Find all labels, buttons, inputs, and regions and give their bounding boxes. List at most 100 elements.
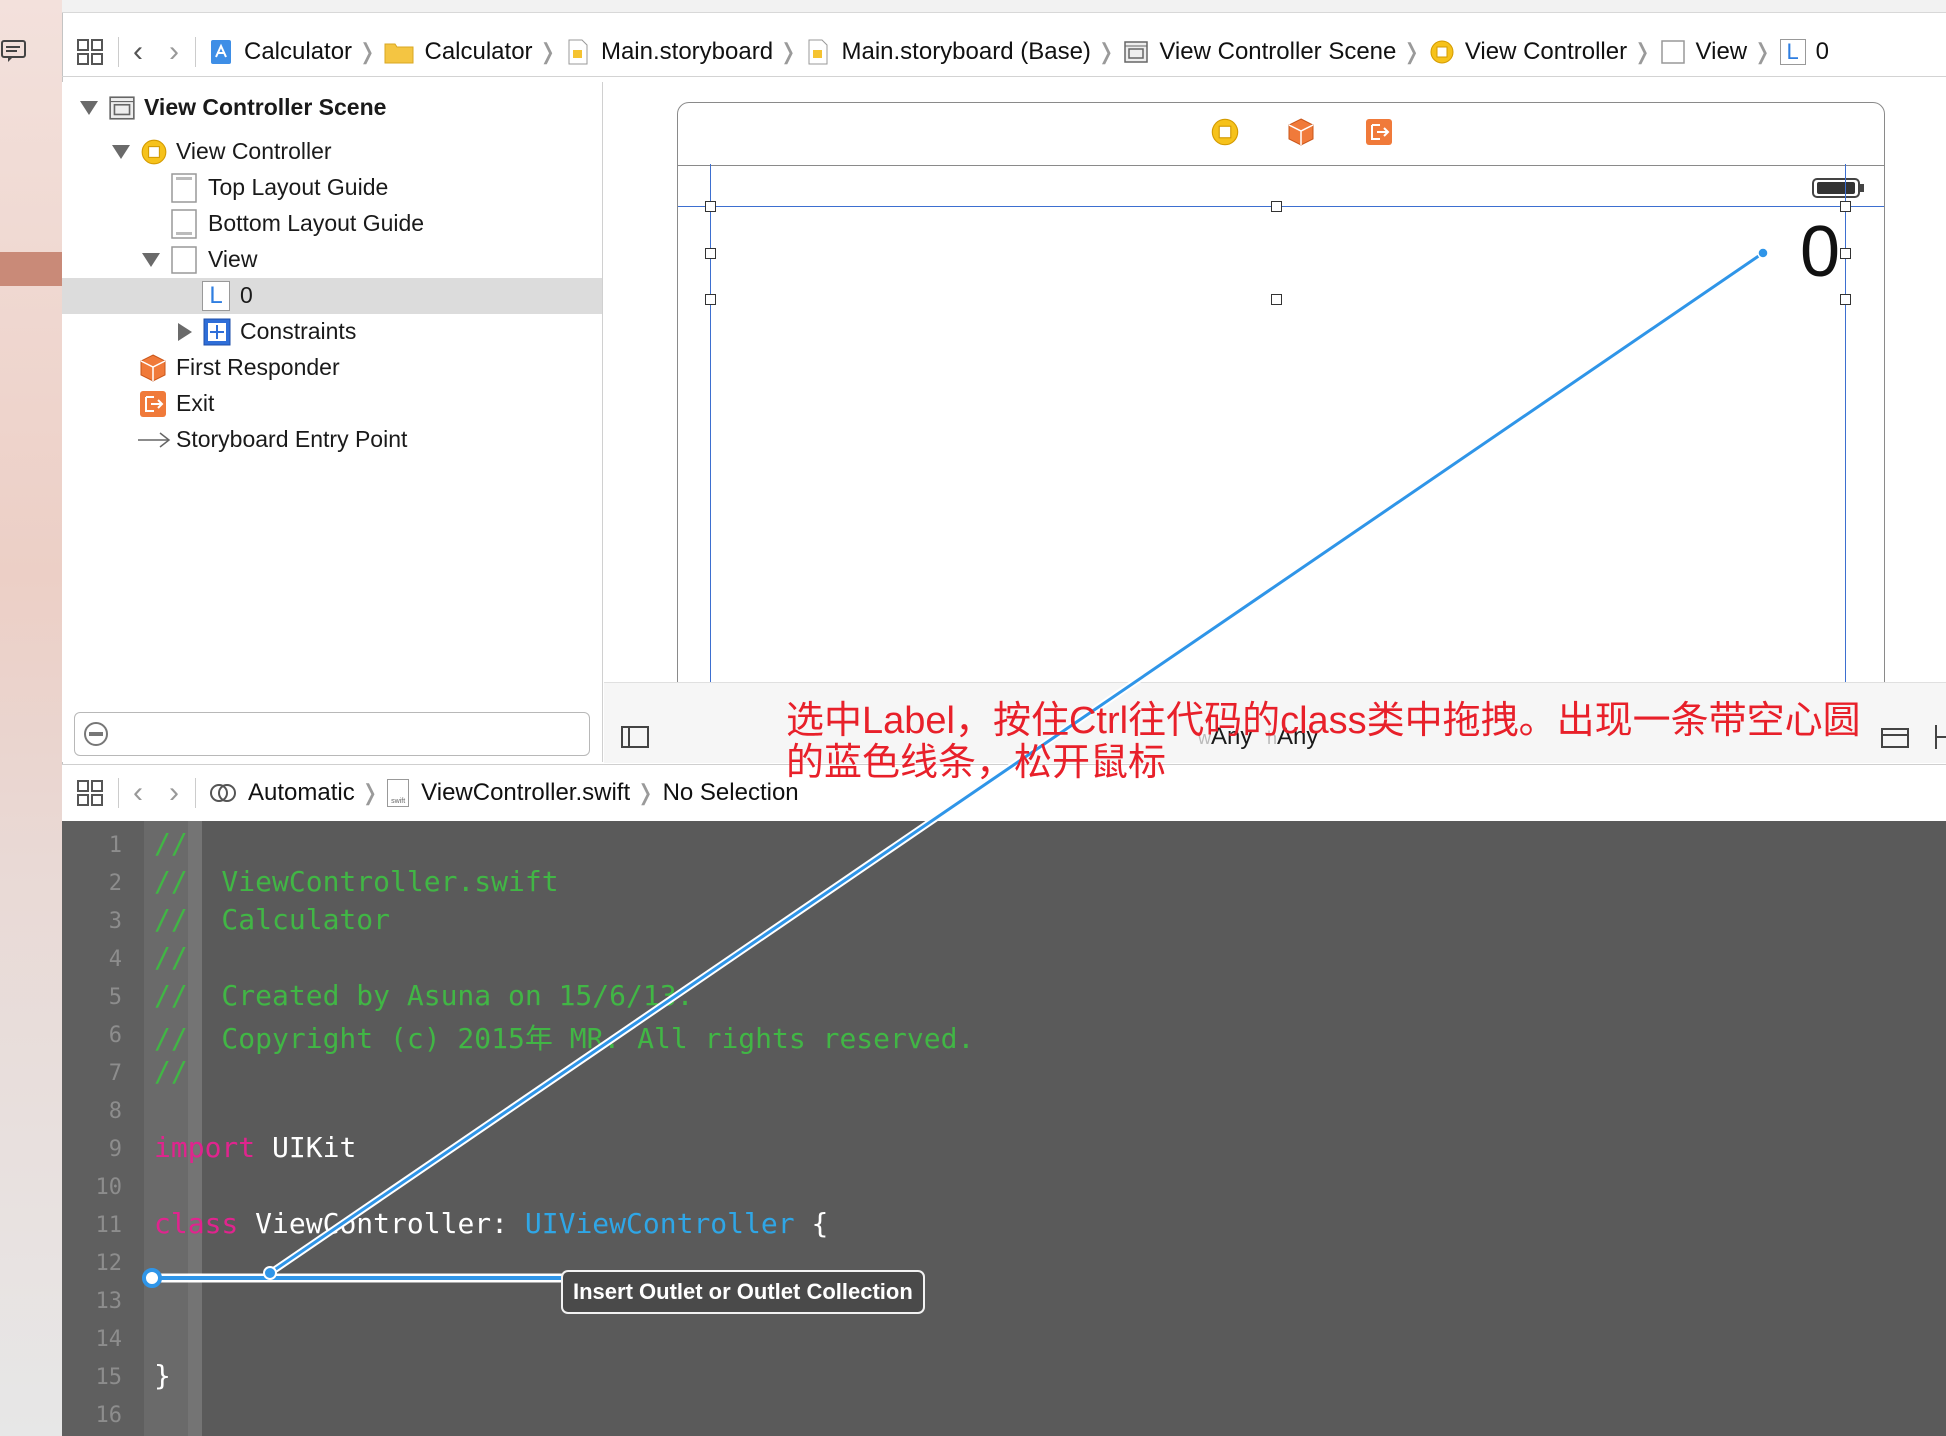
scene-frame: [677, 102, 1885, 704]
code-lines: 1// 2// ViewController.swift 3// Calcula…: [62, 821, 1946, 1436]
window-top-strip: [62, 0, 1946, 13]
code-line-3: 3// Calculator: [108, 903, 391, 936]
display-label[interactable]: 0: [1800, 212, 1840, 292]
layout-guide-icon: [171, 209, 197, 239]
storyboard-canvas[interactable]: 0: [604, 82, 1946, 704]
chevron-right-icon: ❭: [1753, 39, 1772, 64]
toolbar-divider: [195, 778, 196, 808]
outline-view-controller-label: View Controller: [176, 138, 332, 164]
disclosure-open-icon[interactable]: [112, 145, 130, 159]
pin-icon[interactable]: [1932, 723, 1946, 751]
selection-handle[interactable]: [1271, 201, 1282, 212]
layout-guide-icon: [171, 173, 197, 203]
breadcrumb-selection[interactable]: No Selection: [663, 779, 799, 807]
breadcrumb-scene[interactable]: View Controller Scene: [1123, 38, 1396, 66]
chevron-right-icon: ❭: [1096, 39, 1116, 64]
code-line-12: 12: [95, 1251, 123, 1276]
outline-bottom-layout-guide-label: Bottom Layout Guide: [208, 210, 425, 236]
outline-scene-label: View Controller Scene: [144, 94, 387, 120]
code-line-13: 13: [95, 1289, 123, 1314]
view-icon: [171, 246, 197, 274]
disclosure-closed-icon[interactable]: [178, 323, 192, 341]
disclosure-open-icon[interactable]: [80, 101, 98, 115]
outline-exit-row[interactable]: Exit: [62, 386, 602, 422]
outline-view-row[interactable]: View: [62, 242, 602, 278]
breadcrumb-swift-file[interactable]: swift ViewController.swift: [387, 779, 630, 807]
breadcrumb-view[interactable]: View: [1660, 38, 1747, 66]
first-responder-icon: [140, 354, 166, 382]
sidebar-selection-highlight: [0, 252, 62, 286]
chevron-right-icon: ❭: [358, 39, 377, 64]
battery-icon: [1812, 178, 1864, 198]
constraints-icon: [203, 318, 231, 346]
folder-icon: [384, 43, 414, 64]
filter-icon: [84, 722, 108, 746]
view-icon: [1660, 40, 1685, 64]
insert-outlet-tooltip: Insert Outlet or Outlet Collection: [561, 1270, 925, 1314]
outline-label-row[interactable]: L 0: [62, 278, 602, 314]
code-line-9: 9 import UIKit: [108, 1131, 357, 1164]
outline-bottom-layout-guide-row[interactable]: Bottom Layout Guide: [62, 206, 602, 242]
selection-handle[interactable]: [1840, 248, 1851, 259]
outline-scene-row[interactable]: View Controller Scene: [62, 90, 602, 126]
top-jump-bar: ‹ › Calculator ❭ Calculator ❭ Main.story…: [62, 28, 1946, 77]
toggle-outline-icon[interactable]: [620, 725, 650, 749]
layout-guide-left: [710, 164, 711, 684]
entry-arrow-icon: [138, 432, 171, 448]
code-line-1: 1//: [108, 827, 188, 860]
breadcrumb-storyboard[interactable]: Main.storyboard: [565, 38, 773, 66]
breadcrumb-project[interactable]: Calculator: [208, 38, 352, 66]
selection-handle[interactable]: [1840, 294, 1851, 305]
outline-constraints-label: Constraints: [240, 318, 357, 344]
disclosure-open-icon[interactable]: [142, 253, 160, 267]
forward-arrow-icon[interactable]: ›: [169, 776, 179, 810]
chevron-right-icon: ❭: [1402, 39, 1421, 64]
outline-label-text: 0: [240, 282, 253, 308]
selection-handle[interactable]: [1840, 201, 1851, 212]
related-items-grid-icon[interactable]: [76, 38, 104, 66]
outline-constraints-row[interactable]: Constraints: [62, 314, 602, 350]
code-line-16: 16: [95, 1403, 123, 1428]
xcode-project-icon: [211, 40, 231, 64]
back-arrow-icon[interactable]: ‹: [133, 776, 143, 810]
selection-handle[interactable]: [705, 294, 716, 305]
selection-handle[interactable]: [1271, 294, 1282, 305]
breadcrumb-storyboard-base[interactable]: Main.storyboard (Base): [805, 38, 1091, 66]
breadcrumb-view-controller[interactable]: View Controller: [1429, 38, 1627, 66]
comment-icon[interactable]: [0, 38, 28, 64]
linked-circles-icon: [210, 784, 236, 802]
outline-entry-point-row[interactable]: Storyboard Entry Point: [62, 422, 602, 458]
scene-icon: [1124, 41, 1149, 63]
automatic-mode-menu[interactable]: Automatic: [208, 779, 355, 807]
forward-arrow-icon[interactable]: ›: [169, 35, 179, 69]
scene-icon: [109, 96, 135, 120]
code-line-11: 11 class ViewController: UIViewController…: [95, 1207, 829, 1240]
exit-icon[interactable]: [1364, 117, 1394, 147]
view-controller-icon[interactable]: [1210, 117, 1240, 147]
toolbar-divider: [118, 778, 119, 808]
outline-top-layout-guide-row[interactable]: Top Layout Guide: [62, 170, 602, 206]
storyboard-file-icon: [808, 39, 828, 65]
back-arrow-icon[interactable]: ‹: [133, 35, 143, 69]
toolbar-divider: [195, 37, 196, 67]
toolbar-divider: [118, 37, 119, 67]
outline-filter-field[interactable]: [74, 712, 590, 756]
swift-file-icon: swift: [387, 779, 410, 807]
outline-view-label: View: [208, 246, 258, 272]
breadcrumb-group[interactable]: Calculator: [384, 38, 533, 66]
first-responder-icon[interactable]: [1286, 117, 1316, 147]
code-line-14: 14: [95, 1327, 123, 1352]
annotation-text: 选中Label，按住Ctrl往代码的class类中拖拽。出现一条带空心圆 的蓝色…: [786, 700, 1926, 784]
annotation-line-2: 的蓝色线条，松开鼠标: [786, 742, 1167, 784]
selection-handle[interactable]: [705, 201, 716, 212]
outline-first-responder-row[interactable]: First Responder: [62, 350, 602, 386]
chevron-right-icon: ❭: [1633, 39, 1652, 64]
chevron-right-icon: ❭: [360, 780, 380, 805]
breadcrumb-label[interactable]: L 0: [1779, 38, 1829, 66]
chevron-right-icon: ❭: [538, 39, 557, 64]
selection-handle[interactable]: [705, 248, 716, 259]
outline-view-controller-row[interactable]: View Controller: [62, 134, 602, 170]
code-line-10: 10: [95, 1175, 123, 1200]
label-icon: L: [1779, 39, 1806, 65]
related-items-grid-icon[interactable]: [76, 779, 104, 807]
